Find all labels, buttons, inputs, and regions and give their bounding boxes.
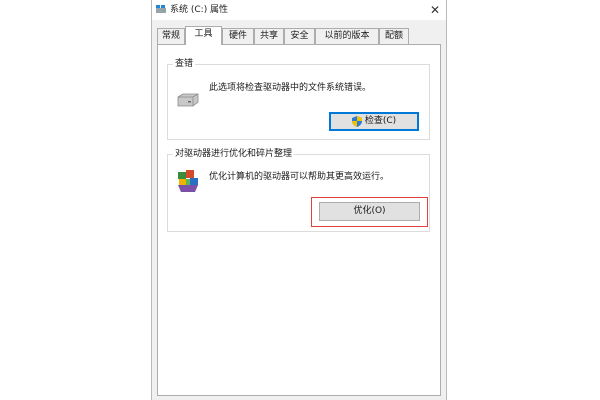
drive-title-icon [156, 5, 166, 13]
defrag-icon [178, 170, 198, 192]
tab-security[interactable]: 安全 [284, 28, 315, 44]
drive-icon [177, 93, 199, 107]
optimize-button-label: 优化(O) [353, 206, 386, 216]
window-title: 系统 (C:) 属性 [170, 5, 229, 15]
uac-shield-icon [351, 116, 362, 127]
title-bar[interactable]: 系统 (C:) 属性 ✕ [152, 0, 446, 20]
tab-previous-versions[interactable]: 以前的版本 [315, 28, 379, 44]
check-button[interactable]: 检查(C) [329, 112, 419, 131]
tab-tools[interactable]: 工具 [185, 26, 222, 45]
optimize-title: 对驱动器进行优化和碎片整理 [173, 148, 295, 160]
tab-quota[interactable]: 配额 [379, 28, 409, 44]
optimize-group: 对驱动器进行优化和碎片整理 优化计算机的驱动器可以帮助其更高效运行。 优化(O) [167, 148, 430, 232]
check-button-label: 检查(C) [364, 116, 397, 126]
close-button[interactable]: ✕ [424, 0, 446, 20]
optimize-button[interactable]: 优化(O) [319, 202, 420, 221]
tools-panel: 查错 此选项将检查驱动器中的文件系统错误。 检查(C) 对驱动器进行优化和碎片整… [157, 44, 441, 396]
error-check-group: 查错 此选项将检查驱动器中的文件系统错误。 检查(C) [167, 58, 430, 140]
error-check-title: 查错 [173, 58, 196, 70]
properties-dialog: 系统 (C:) 属性 ✕ 常规 工具 硬件 共享 安全 以前的版本 配额 查错 … [151, 0, 447, 400]
tab-hardware[interactable]: 硬件 [222, 28, 254, 44]
optimize-description: 优化计算机的驱动器可以帮助其更高效运行。 [209, 172, 390, 182]
tab-sharing[interactable]: 共享 [254, 28, 284, 44]
close-icon: ✕ [429, 3, 441, 17]
tab-general[interactable]: 常规 [157, 28, 185, 44]
error-check-description: 此选项将检查驱动器中的文件系统错误。 [209, 83, 372, 93]
